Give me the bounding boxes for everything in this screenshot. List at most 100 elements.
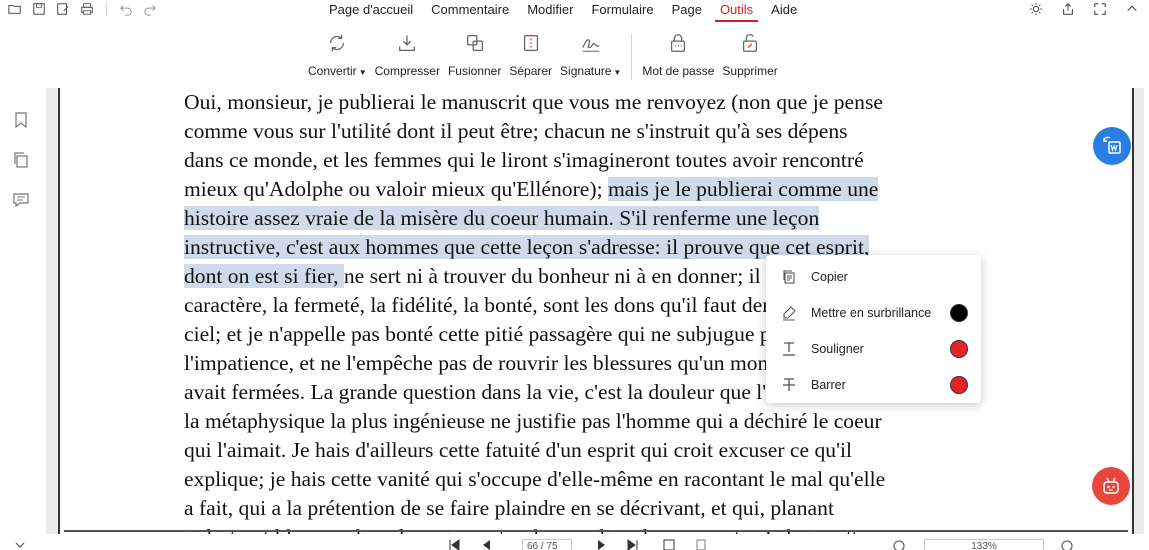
text-line[interactable]: indestructible au milieu des ruines, s'a… — [184, 523, 1014, 534]
selected-text[interactable]: dont on est si fier, — [184, 264, 344, 288]
copy-label: Copier — [811, 270, 848, 284]
selected-text[interactable]: mais je le publierai comme une — [607, 177, 879, 201]
open-folder-icon[interactable] — [6, 0, 24, 18]
password-button[interactable]: Mot de passe — [638, 30, 718, 78]
menu-aide[interactable]: Aide — [762, 0, 806, 20]
convert-button[interactable]: Convertir ▼ — [304, 30, 371, 78]
last-page-icon[interactable] — [626, 538, 640, 550]
signature-label: Signature — [560, 64, 612, 78]
convert-label: Convertir — [308, 64, 357, 78]
underline-icon — [780, 340, 798, 358]
window-controls — [1027, 0, 1141, 18]
copy-icon — [780, 268, 798, 286]
share-icon[interactable] — [1059, 0, 1077, 18]
menu-page[interactable]: Page — [663, 0, 711, 20]
text-span[interactable]: ciel; et je n'appelle pas bonté cette pi… — [184, 322, 804, 346]
compress-button[interactable]: Compresser — [371, 30, 444, 78]
previous-page-icon[interactable] — [480, 538, 492, 550]
zoom-out-icon[interactable] — [892, 538, 906, 550]
text-line[interactable]: la métaphysique la plus ingénieuse ne ju… — [184, 407, 1014, 436]
text-span[interactable]: avait fermées. La grande question dans l… — [184, 380, 868, 404]
merge-button[interactable]: Fusionner — [444, 30, 505, 78]
toolbar-divider — [106, 2, 107, 16]
text-line[interactable]: mieux qu'Adolphe ou valoir mieux qu'Ellé… — [184, 175, 1014, 204]
unlock-icon — [738, 30, 762, 56]
convert-icon — [325, 30, 349, 56]
page-separator — [64, 530, 1128, 532]
menu-formulaire[interactable]: Formulaire — [582, 0, 662, 20]
merge-label: Fusionner — [447, 64, 502, 78]
text-span[interactable]: Oui, monsieur, je publierai le manuscrit… — [184, 90, 883, 114]
underline-color-swatch[interactable] — [950, 340, 968, 358]
highlighter-icon — [780, 304, 798, 322]
convert-chevron-down-icon: ▼ — [358, 68, 367, 77]
save-as-icon[interactable] — [54, 0, 72, 18]
strikethrough-menu-item[interactable]: Barrer — [766, 367, 981, 403]
first-page-icon[interactable] — [447, 538, 461, 550]
signature-button[interactable]: Signature ▼ — [556, 30, 625, 78]
convert-to-word-icon — [1103, 136, 1121, 154]
next-page-icon[interactable] — [596, 538, 608, 550]
page-number-input[interactable]: 66 / 75 — [522, 539, 572, 550]
strikethrough-color-swatch[interactable] — [950, 376, 968, 394]
password-label: Mot de passe — [642, 64, 715, 78]
underline-label: Souligner — [811, 342, 864, 356]
text-line[interactable]: a fait, qui a la prétention de se faire … — [184, 494, 1014, 523]
bookmark-icon[interactable] — [11, 110, 31, 130]
signature-icon — [579, 30, 603, 56]
menu-modifier[interactable]: Modifier — [518, 0, 582, 20]
text-span[interactable]: a fait, qui a la prétention de se faire … — [184, 496, 834, 520]
menu-page-accueil[interactable]: Page d'accueil — [320, 0, 422, 20]
print-icon[interactable] — [78, 0, 96, 18]
text-line[interactable]: dans ce monde, et les femmes qui le liro… — [184, 146, 1014, 175]
lock-icon — [666, 30, 690, 56]
robot-icon — [1103, 477, 1119, 494]
text-line[interactable]: comme vous sur l'utilité dont il peut êt… — [184, 117, 1014, 146]
left-sidebar — [0, 90, 44, 550]
undo-icon[interactable] — [117, 0, 135, 18]
zoom-level-select[interactable]: 133% — [924, 539, 1044, 550]
text-span[interactable]: la métaphysique la plus ingénieuse ne ju… — [184, 409, 882, 433]
remove-security-label: Supprimer — [722, 64, 778, 78]
comment-icon[interactable] — [11, 190, 31, 210]
zoom-in-icon[interactable] — [1060, 538, 1074, 550]
ribbon-divider — [631, 34, 633, 80]
theme-sun-icon[interactable] — [1027, 0, 1045, 18]
expand-chevron-down-icon[interactable] — [14, 538, 26, 550]
text-span[interactable]: caractère, la fermeté, la fidélité, la b… — [184, 293, 853, 317]
split-icon — [519, 30, 543, 56]
remove-security-button[interactable]: Supprimer — [718, 30, 781, 78]
text-line[interactable]: Oui, monsieur, je publierai le manuscrit… — [184, 88, 1014, 117]
strikethrough-icon — [780, 376, 798, 394]
fullscreen-icon[interactable] — [1091, 0, 1109, 18]
redo-icon[interactable] — [141, 0, 159, 18]
text-span[interactable]: comme vous sur l'utilité dont il peut êt… — [184, 119, 848, 143]
save-icon[interactable] — [30, 0, 48, 18]
merge-icon — [463, 30, 487, 56]
highlight-color-swatch[interactable] — [950, 304, 968, 322]
text-line[interactable]: explique; je hais cette vanité qui s'occ… — [184, 465, 1014, 494]
text-span[interactable]: explique; je hais cette vanité qui s'occ… — [184, 467, 885, 491]
text-span[interactable]: dans ce monde, et les femmes qui le liro… — [184, 148, 864, 172]
copy-menu-item[interactable]: Copier — [766, 259, 981, 295]
text-line[interactable]: histoire assez vraie de la misère du coe… — [184, 204, 1014, 233]
menu-commentaire[interactable]: Commentaire — [422, 0, 518, 20]
selected-text[interactable]: histoire assez vraie de la misère du coe… — [184, 206, 820, 230]
single-page-view-icon[interactable] — [694, 538, 708, 550]
underline-menu-item[interactable]: Souligner — [766, 331, 981, 367]
pages-icon[interactable] — [11, 150, 31, 170]
fit-page-icon[interactable] — [662, 538, 676, 550]
ai-assistant-button[interactable] — [1092, 467, 1130, 505]
signature-chevron-down-icon: ▼ — [613, 68, 622, 77]
text-line[interactable]: qui l'aimait. Je hais d'ailleurs cette f… — [184, 436, 1014, 465]
status-bar: 66 / 75 133% — [0, 534, 1149, 550]
highlight-menu-item[interactable]: Mettre en surbrillance — [766, 295, 981, 331]
text-span[interactable]: mieux qu'Adolphe ou valoir mieux qu'Ellé… — [184, 177, 608, 201]
convert-to-word-button[interactable] — [1093, 127, 1131, 165]
menu-outils[interactable]: Outils — [711, 0, 762, 22]
split-button[interactable]: Séparer — [505, 30, 556, 78]
collapse-ribbon-icon[interactable] — [1123, 0, 1141, 18]
text-span[interactable]: qui l'aimait. Je hais d'ailleurs cette f… — [184, 438, 852, 462]
compress-icon — [395, 30, 419, 56]
strikethrough-label: Barrer — [811, 378, 846, 392]
